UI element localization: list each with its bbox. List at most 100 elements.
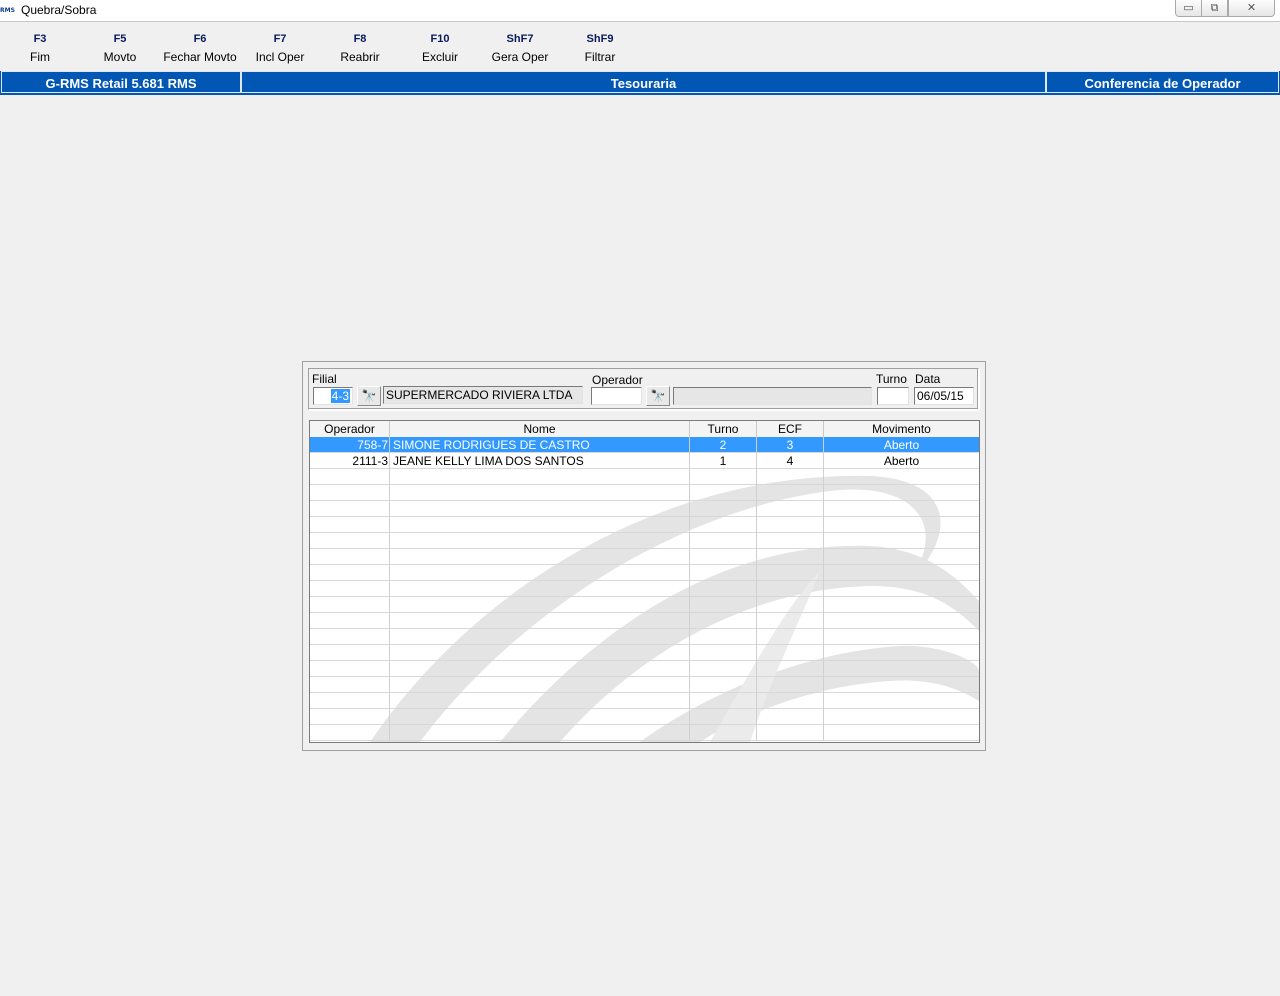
grid-line (389, 677, 390, 693)
grid-line (389, 613, 390, 629)
column-header-turno[interactable]: Turno (690, 421, 757, 437)
fkey-label: Fechar Movto (163, 50, 237, 64)
grid-line (823, 565, 824, 581)
grid-line (389, 725, 390, 741)
fkey-label: Movto (103, 50, 137, 64)
grid-line (756, 517, 757, 533)
empty-row (310, 693, 979, 709)
grid-line (823, 581, 824, 597)
grid-line (756, 501, 757, 517)
grid-line (689, 549, 690, 565)
restore-button[interactable]: ⧉ (1201, 0, 1228, 17)
grid-line (689, 645, 690, 661)
grid-line (823, 645, 824, 661)
grid-line (756, 677, 757, 693)
fkey-f3-fim[interactable]: F3 Fim (0, 30, 80, 66)
empty-row (310, 613, 979, 629)
grid-line (389, 629, 390, 645)
column-header-operador[interactable]: Operador (310, 421, 390, 437)
grid-line (756, 645, 757, 661)
grid-line (689, 597, 690, 613)
screen-name: Conferencia de Operador (1046, 71, 1279, 93)
empty-row (310, 645, 979, 661)
table-row[interactable]: 758-7 SIMONE RODRIGUES DE CASTRO 2 3 Abe… (310, 437, 979, 453)
fkey-f5-movto[interactable]: F5 Movto (80, 30, 160, 66)
module-header-bar: G-RMS Retail 5.681 RMS Tesouraria Confer… (0, 71, 1280, 95)
fkey-f6-fechar-movto[interactable]: F6 Fechar Movto (160, 30, 240, 66)
grid-line (689, 677, 690, 693)
fkey-f7-incl-oper[interactable]: F7 Incl Oper (240, 30, 320, 66)
grid-line (823, 549, 824, 565)
grid-line (689, 661, 690, 677)
filial-name-field: SUPERMERCADO RIVIERA LTDA (383, 386, 583, 404)
fkey-key: ShF9 (586, 33, 614, 45)
cell-ecf: 4 (757, 453, 824, 469)
grid-line (389, 661, 390, 677)
close-icon: ✕ (1246, 1, 1257, 14)
grid-line (689, 501, 690, 517)
grid-line (823, 661, 824, 677)
cell-turno: 1 (690, 453, 757, 469)
data-input[interactable]: 06/05/15 (914, 387, 974, 405)
grid-line (756, 613, 757, 629)
grid-line (689, 517, 690, 533)
filter-group: Filial 4-3 🔭 SUPERMERCADO RIVIERA LTDA O… (308, 368, 979, 410)
filial-input[interactable]: 4-3 (313, 387, 353, 405)
grid-line (689, 485, 690, 501)
cell-operador: 2111-3 (310, 453, 390, 469)
fkey-key: F5 (113, 33, 127, 45)
operador-search-button[interactable]: 🔭 (646, 386, 670, 406)
grid-line (389, 597, 390, 613)
grid-line (756, 485, 757, 501)
grid-line (823, 517, 824, 533)
grid-line (756, 565, 757, 581)
column-header-movimento[interactable]: Movimento (824, 421, 979, 437)
minimize-icon: ▭ (1183, 1, 1194, 14)
fkey-key: F7 (273, 33, 287, 45)
grid-line (389, 501, 390, 517)
grid-line (756, 629, 757, 645)
grid-header: Operador Nome Turno ECF Movimento (310, 421, 979, 438)
close-button[interactable]: ✕ (1228, 0, 1275, 17)
fkey-shf7-gera-oper[interactable]: ShF7 Gera Oper (480, 30, 560, 66)
empty-row (310, 485, 979, 501)
filial-label: Filial (312, 372, 337, 386)
grid-line (689, 725, 690, 741)
column-header-nome[interactable]: Nome (390, 421, 690, 437)
cell-operador: 758-7 (310, 437, 390, 453)
fkey-f8-reabrir[interactable]: F8 Reabrir (320, 30, 400, 66)
cell-turno: 2 (690, 437, 757, 453)
empty-row (310, 469, 979, 485)
fkey-key: F8 (353, 33, 367, 45)
grid-line (756, 693, 757, 709)
empty-row (310, 725, 979, 741)
operador-label: Operador (592, 373, 643, 387)
column-header-ecf[interactable]: ECF (757, 421, 824, 437)
grid-line (756, 469, 757, 485)
operador-input[interactable] (591, 387, 642, 405)
function-key-toolbar: F3 Fim F5 Movto F6 Fechar Movto F7 Incl … (0, 22, 1280, 70)
fkey-key: F10 (430, 33, 450, 45)
fkey-f10-excluir[interactable]: F10 Excluir (400, 30, 480, 66)
empty-row (310, 597, 979, 613)
fkey-key: ShF7 (506, 33, 534, 45)
grid-line (389, 485, 390, 501)
grid-line (689, 693, 690, 709)
table-row[interactable]: 2111-3 JEANE KELLY LIMA DOS SANTOS 1 4 A… (310, 453, 979, 469)
data-label: Data (915, 372, 941, 386)
grid-line (389, 517, 390, 533)
module-name: Tesouraria (241, 71, 1046, 93)
filial-search-button[interactable]: 🔭 (357, 386, 381, 406)
cell-nome: JEANE KELLY LIMA DOS SANTOS (390, 453, 690, 469)
empty-row (310, 533, 979, 549)
turno-label: Turno (876, 372, 907, 386)
grid-line (389, 549, 390, 565)
fkey-label: Fim (30, 50, 50, 64)
turno-input[interactable] (877, 387, 909, 405)
fkey-label: Reabrir (340, 50, 380, 64)
grid-line (389, 645, 390, 661)
grid-line (823, 725, 824, 741)
fkey-shf9-filtrar[interactable]: ShF9 Filtrar (560, 30, 640, 66)
minimize-button[interactable]: ▭ (1175, 0, 1202, 17)
product-version: G-RMS Retail 5.681 RMS (1, 71, 241, 93)
